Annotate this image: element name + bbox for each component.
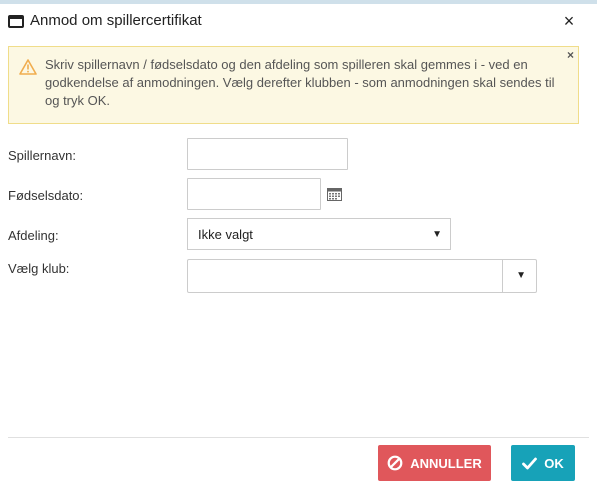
club-combobox[interactable]: ▼ xyxy=(187,259,537,293)
info-alert: Skriv spillernavn / fødselsdato og den a… xyxy=(8,46,579,124)
dialog-titlebar: Anmod om spillercertifikat × xyxy=(0,4,597,38)
birth-date-label: Fødselsdato: xyxy=(8,188,84,203)
window-icon xyxy=(8,15,24,28)
cancel-button[interactable]: ANNULLER xyxy=(378,445,491,481)
close-icon[interactable]: × xyxy=(559,11,579,31)
calendar-icon[interactable] xyxy=(327,187,342,201)
footer-divider xyxy=(8,437,589,438)
birth-date-input[interactable] xyxy=(187,178,321,210)
department-select[interactable]: Ikke valgt ▼ xyxy=(187,218,451,250)
check-icon xyxy=(522,457,538,469)
department-selected-value: Ikke valgt xyxy=(198,227,253,242)
certificate-request-dialog: Anmod om spillercertifikat × Skriv spill… xyxy=(0,4,597,498)
ok-button[interactable]: OK xyxy=(511,445,575,481)
player-name-input[interactable] xyxy=(187,138,348,170)
club-label: Vælg klub: xyxy=(8,261,70,276)
caret-down-icon: ▼ xyxy=(432,229,442,240)
caret-down-icon[interactable]: ▼ xyxy=(516,270,526,281)
ok-button-label: OK xyxy=(544,455,564,471)
player-name-label: Spillernavn: xyxy=(8,148,76,163)
dialog-title: Anmod om spillercertifikat xyxy=(30,12,202,29)
cancel-button-label: ANNULLER xyxy=(410,455,482,471)
warning-icon xyxy=(19,59,37,75)
cancel-icon xyxy=(387,455,403,471)
alert-close-icon[interactable]: × xyxy=(567,48,574,62)
department-label: Afdeling: xyxy=(8,228,59,243)
combo-divider xyxy=(502,260,503,292)
alert-message: Skriv spillernavn / fødselsdato og den a… xyxy=(45,57,555,108)
